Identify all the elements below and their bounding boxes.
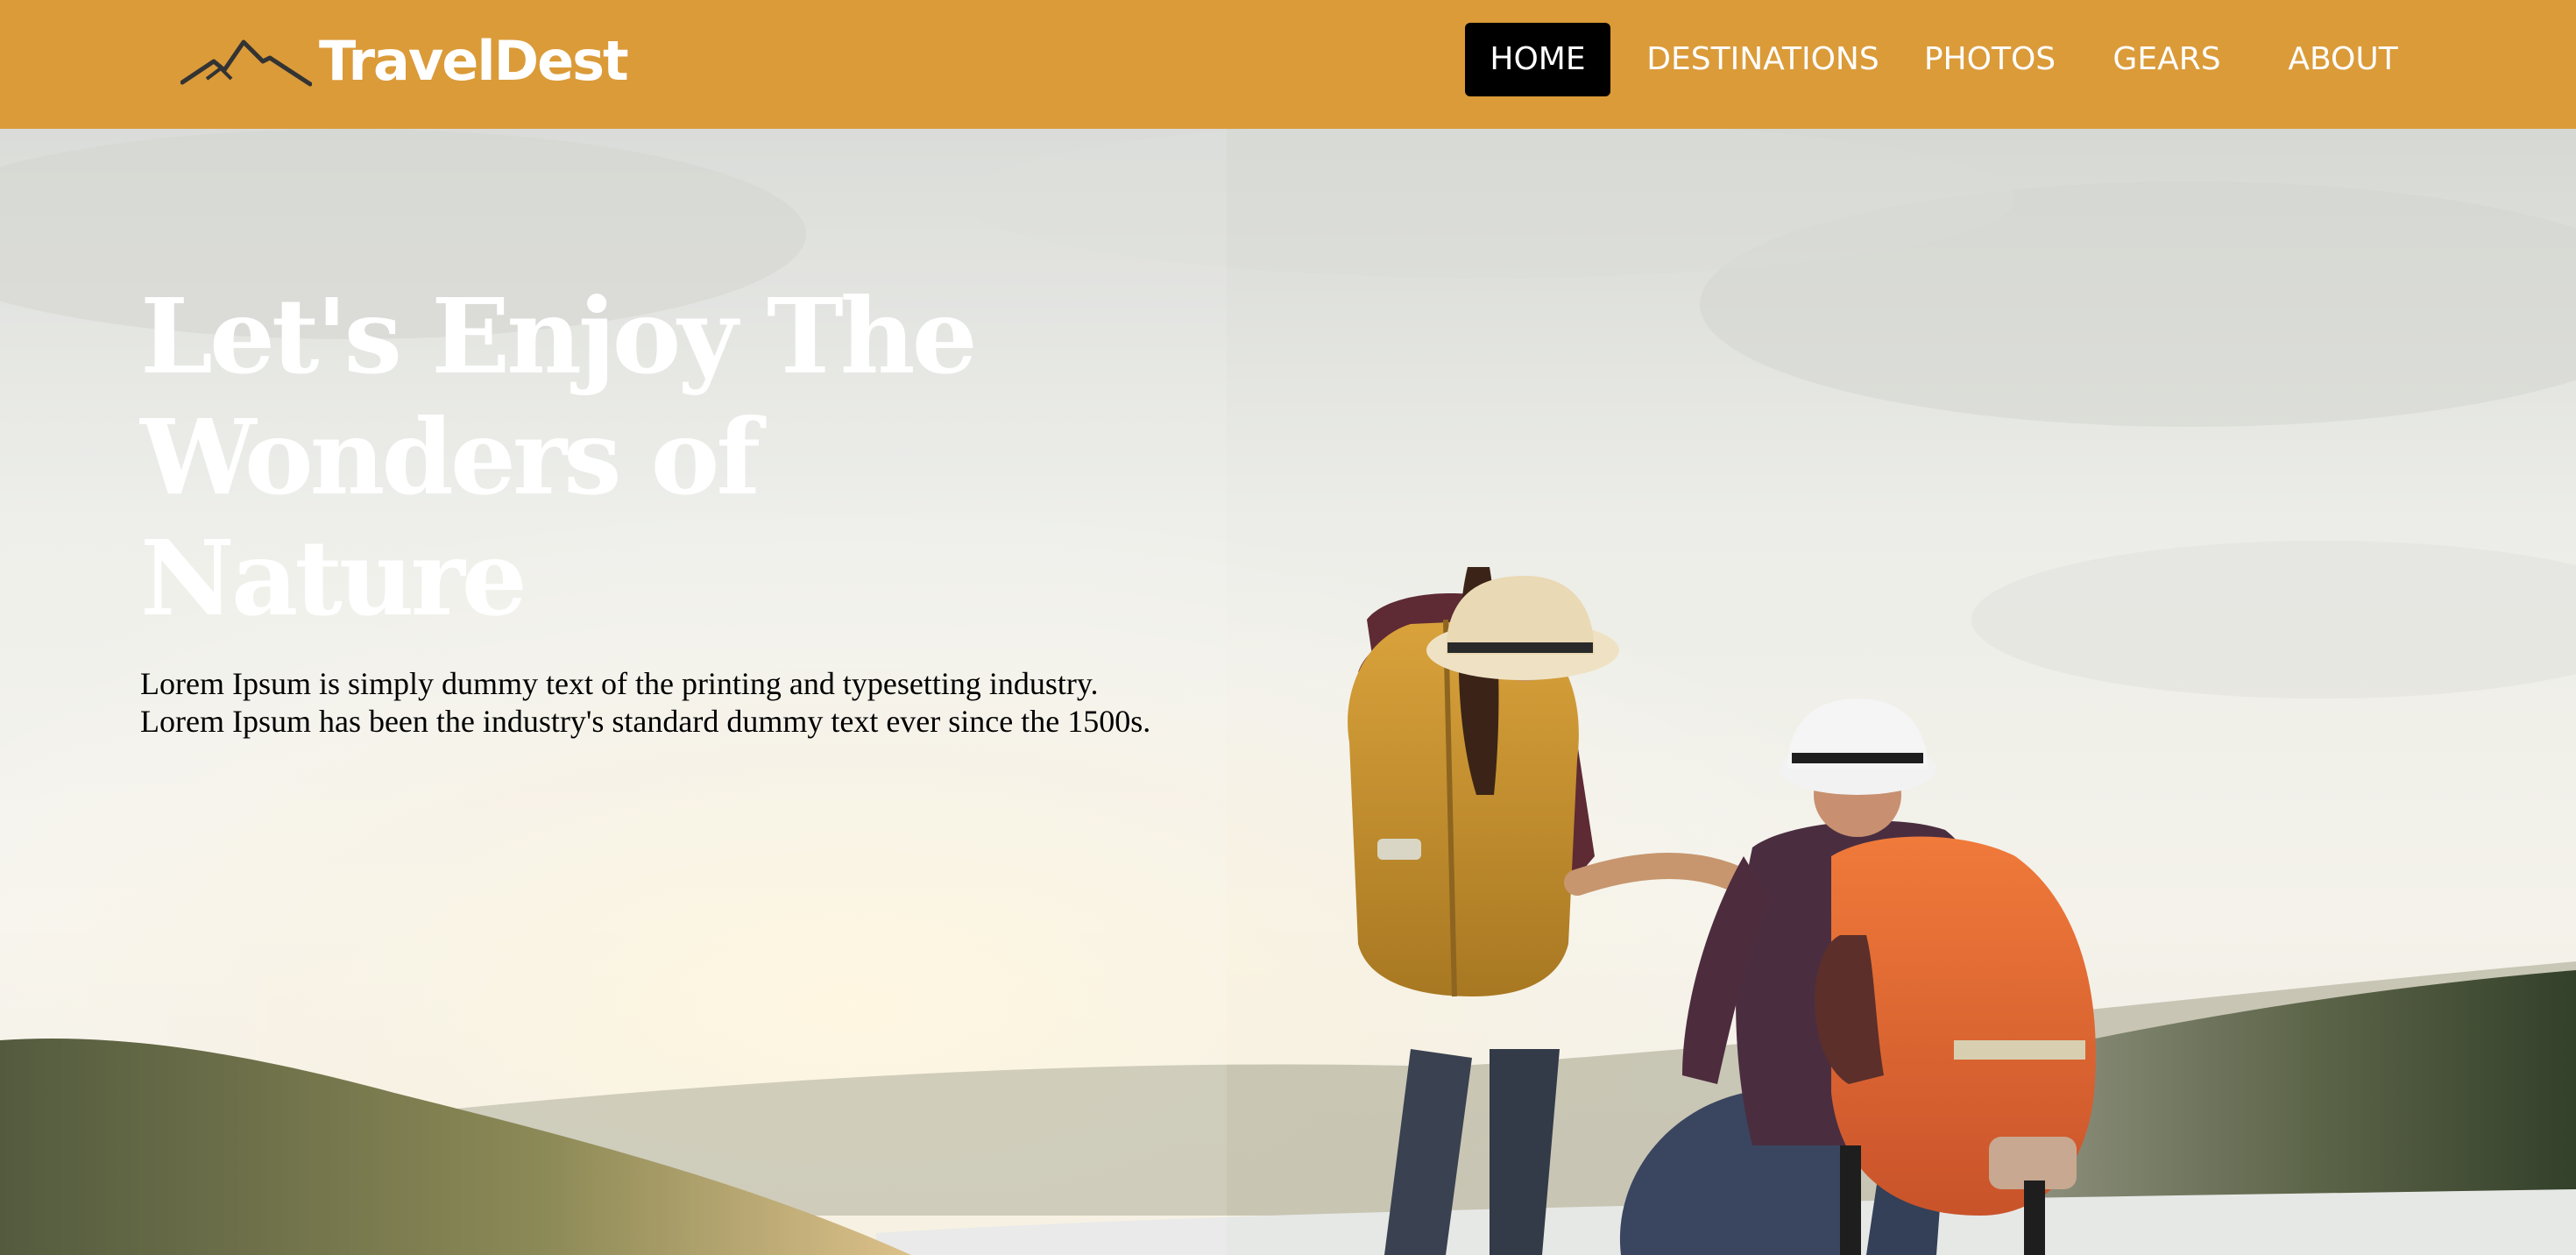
nav-destinations[interactable]: DESTINATIONS [1631,23,1894,96]
hero-title: Let's Enjoy The Wonders of Nature [140,275,978,639]
nav-home[interactable]: HOME [1465,23,1610,96]
nav-photos[interactable]: PHOTOS [1912,23,2068,96]
brand-logo[interactable]: TravelDest [180,26,629,96]
mountain-icon [180,39,312,87]
brand-name: TravelDest [319,29,629,93]
hero-description-line: Lorem Ipsum is simply dummy text of the … [140,666,1099,701]
hero-description: Lorem Ipsum is simply dummy text of the … [140,665,1454,741]
top-navbar: TravelDest HOME DESTINATIONS PHOTOS GEAR… [0,0,2576,129]
hero-section: Let's Enjoy The Wonders of Nature Lorem … [0,129,2576,1255]
hero-description-line: Lorem Ipsum has been the industry's stan… [140,704,1151,739]
nav-about[interactable]: ABOUT [2264,23,2422,96]
nav-gears[interactable]: GEARS [2089,23,2245,96]
